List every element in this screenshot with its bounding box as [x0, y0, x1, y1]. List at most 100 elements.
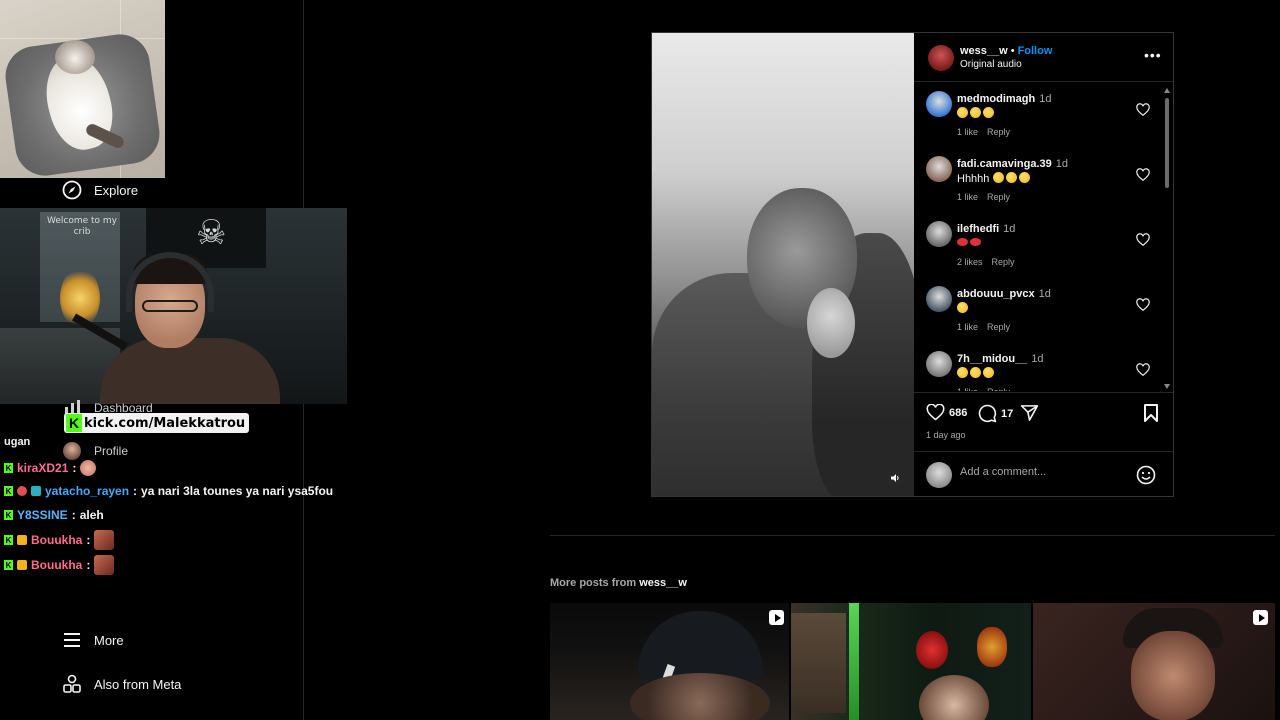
share-button[interactable]	[1020, 404, 1039, 422]
comment-item: ilefhedfi 1d 2 likes Reply	[914, 213, 1164, 273]
chat-message: K Y8SSINE : aleh	[4, 508, 104, 522]
comment-icon	[978, 404, 997, 423]
post-actions: 686 17 1 day ago	[914, 392, 1173, 442]
comment-like-heart-icon[interactable]	[1136, 298, 1150, 312]
reply-button[interactable]: Reply	[987, 127, 1010, 137]
reply-button[interactable]: Reply	[987, 387, 1010, 391]
hamburger-menu-icon	[62, 630, 82, 650]
commenter-username[interactable]: ilefhedfi	[957, 223, 999, 235]
audio-label[interactable]: Original audio	[960, 59, 1022, 70]
sidebar-item-profile[interactable]: Profile	[62, 441, 128, 461]
comment-count: 17	[1001, 407, 1014, 420]
section-divider	[550, 535, 1275, 536]
comment-item: fadi.camavinga.39 1d Hhhhh 1 like Reply	[914, 148, 1164, 208]
comment-item: abdouuu_pvcx 1d 1 like Reply	[914, 278, 1164, 338]
commenter-avatar[interactable]	[926, 286, 952, 312]
emote-icon	[94, 555, 115, 575]
comment-likes[interactable]: 1 like	[957, 322, 978, 332]
comment-like-heart-icon[interactable]	[1136, 363, 1150, 377]
apps-grid-icon	[62, 674, 82, 694]
comment-like-heart-icon[interactable]	[1136, 168, 1150, 182]
chat-cut-line: ugan	[4, 436, 31, 448]
save-button[interactable]	[1143, 404, 1159, 422]
comment-input[interactable]	[960, 466, 1120, 478]
comment-likes[interactable]: 2 likes	[957, 257, 983, 267]
comment-button[interactable]: 17	[978, 404, 1013, 423]
commenter-avatar[interactable]	[926, 156, 952, 182]
lips-emoji-icon	[970, 238, 981, 246]
post-header: wess__w • Follow Original audio •••	[914, 33, 1173, 82]
sidebar-item-label: Also from Meta	[94, 676, 182, 692]
sidebar-item-explore[interactable]: Explore	[62, 180, 138, 200]
sidebar-item-more[interactable]: More	[62, 630, 124, 650]
kick-badge-icon: K	[4, 463, 13, 473]
reply-button[interactable]: Reply	[987, 192, 1010, 202]
commenter-avatar[interactable]	[926, 221, 952, 247]
comments-scrollbar[interactable]	[1164, 88, 1170, 390]
volume-icon[interactable]	[886, 469, 904, 487]
comment-text	[957, 237, 983, 249]
post-video[interactable]	[652, 33, 914, 496]
commenter-username[interactable]: 7h__midou__	[957, 353, 1027, 365]
comment-time: 1d	[1038, 288, 1051, 300]
laughing-emoji-icon	[970, 367, 981, 378]
follow-button[interactable]: Follow	[1018, 45, 1053, 57]
add-comment-bar	[914, 451, 1173, 496]
chat-text: ya nari 3la tounes ya nari ysa5fou	[141, 484, 334, 498]
like-count: 686	[949, 406, 968, 419]
author-username[interactable]: wess__w	[960, 45, 1008, 57]
laughing-emoji-icon	[1019, 172, 1031, 183]
more-options-icon[interactable]: •••	[1144, 47, 1162, 63]
post-thumbnail[interactable]	[1033, 603, 1275, 720]
comment-likes[interactable]: 1 like	[957, 192, 978, 202]
emote-icon	[94, 530, 115, 550]
emoji-icon[interactable]	[1136, 465, 1156, 485]
commenter-avatar[interactable]	[926, 91, 952, 117]
chat-username: Bouukha	[31, 558, 83, 572]
commenter-username[interactable]: abdouuu_pvcx	[957, 288, 1035, 300]
commenter-username[interactable]: medmodimagh	[957, 93, 1035, 105]
emote-icon	[80, 460, 97, 476]
like-button[interactable]: 686	[926, 404, 967, 421]
bookmark-icon	[1144, 404, 1158, 422]
laughing-emoji-icon	[983, 107, 994, 118]
comment-time: 1d	[1031, 353, 1044, 365]
sidebar-item-also-from-meta[interactable]: Also from Meta	[62, 674, 181, 694]
chat-username: Bouukha	[31, 533, 83, 547]
skull-flag-icon: ☠	[196, 214, 227, 252]
comment-like-heart-icon[interactable]	[1136, 233, 1150, 247]
chat-username: kiraXD21	[17, 461, 69, 475]
crown-badge-icon	[17, 535, 27, 545]
post-sidebar: wess__w • Follow Original audio ••• medmod…	[914, 33, 1173, 496]
commenter-username[interactable]: fadi.camavinga.39	[957, 158, 1052, 170]
kick-logo-icon: K	[66, 414, 82, 432]
gift-badge-icon	[31, 486, 41, 496]
chat-message: K Bouukha :	[4, 530, 115, 550]
post-timestamp[interactable]: 1 day ago	[926, 430, 966, 440]
crown-badge-icon	[17, 560, 27, 570]
post-thumbnail[interactable]	[550, 603, 789, 720]
laughing-emoji-icon	[957, 107, 968, 118]
comment-text: Hhhhh	[957, 172, 1032, 185]
laughing-emoji-icon	[957, 367, 968, 378]
author-avatar[interactable]	[928, 45, 954, 71]
sub-badge-icon	[17, 486, 27, 496]
comment-likes[interactable]: 1 like	[957, 127, 978, 137]
reply-button[interactable]: Reply	[992, 257, 1015, 267]
compass-icon	[62, 180, 82, 200]
comment-likes[interactable]: 1 like	[957, 387, 978, 391]
comment-item: medmodimagh 1d 1 like Reply	[914, 83, 1164, 143]
sidebar-item-label: Explore	[94, 182, 139, 198]
chat-message: K Bouukha :	[4, 555, 115, 575]
commenter-avatar[interactable]	[926, 351, 952, 377]
sidebar-item-label: More	[94, 632, 124, 648]
profile-avatar-icon	[62, 441, 82, 461]
kick-badge-icon: K	[4, 510, 13, 520]
comment-text	[957, 367, 996, 380]
post-thumbnail[interactable]	[791, 603, 1031, 720]
comment-text	[957, 107, 996, 120]
share-icon	[1020, 405, 1039, 421]
more-posts-username[interactable]: wess__w	[639, 577, 687, 589]
comment-like-heart-icon[interactable]	[1136, 103, 1150, 117]
reply-button[interactable]: Reply	[987, 322, 1010, 332]
